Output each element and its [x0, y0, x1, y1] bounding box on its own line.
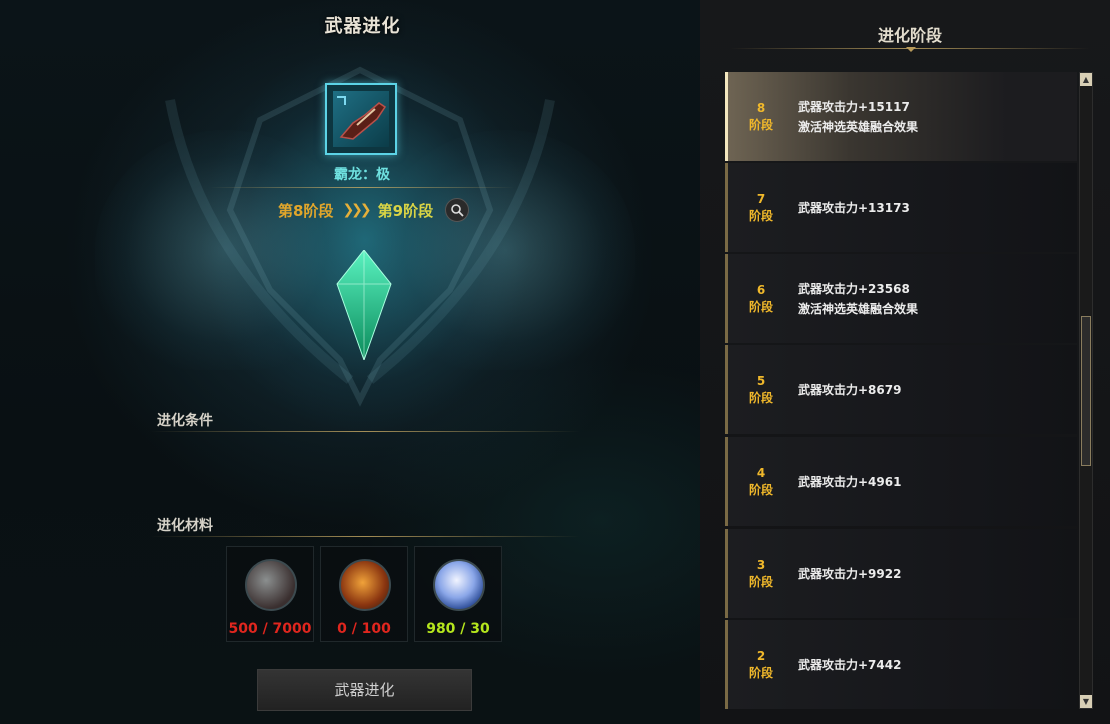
scroll-down-button[interactable]: ▼ — [1080, 695, 1092, 708]
current-stage: 第8阶段 — [278, 201, 334, 220]
weapon-name: 霸龙：极 — [334, 167, 390, 183]
inspect-button[interactable] — [445, 198, 470, 222]
material-count: 0 / 100 — [337, 621, 391, 637]
conditions-label: 进化条件 — [157, 413, 213, 429]
weapon-slot[interactable] — [325, 83, 397, 155]
stage-card-8[interactable]: 8 阶段 武器攻击力+15117 激活神选英雄融合效果 — [725, 72, 1077, 161]
evolve-button[interactable]: 武器进化 — [257, 669, 472, 711]
green-gem-icon — [336, 250, 392, 360]
material-slot-fire-stone[interactable]: 0 / 100 — [320, 546, 408, 642]
material-count: 500 / 7000 — [228, 621, 312, 637]
materials-label: 进化材料 — [157, 518, 213, 534]
material-slot-crystal[interactable]: 980 / 30 — [414, 546, 502, 642]
stage-effect: 武器攻击力+7442 — [798, 657, 902, 672]
divider — [150, 431, 580, 432]
stage-unit: 阶段 — [748, 117, 773, 132]
stage-card-2[interactable]: 2 阶段 武器攻击力+7442 — [725, 620, 1077, 709]
divider — [150, 536, 580, 537]
magnifier-icon — [451, 204, 464, 217]
fire-stone-icon — [339, 559, 391, 611]
stage-unit: 阶段 — [748, 390, 773, 405]
stage-number: 4 — [756, 465, 766, 480]
stage-unit: 阶段 — [748, 482, 773, 497]
stage-number: 7 — [756, 191, 766, 206]
stage-effect-extra: 激活神选英雄融合效果 — [798, 301, 919, 316]
stage-number: 2 — [756, 648, 766, 663]
crystal-icon — [433, 559, 485, 611]
material-slot-chest[interactable]: 500 / 7000 — [226, 546, 314, 642]
stages-title: 进化阶段 — [877, 26, 942, 45]
stage-card-3[interactable]: 3 阶段 武器攻击力+9922 — [725, 529, 1077, 618]
stage-effect: 武器攻击力+9922 — [798, 566, 902, 581]
arrow-icon: ❯❯❯ — [342, 202, 371, 218]
stage-unit: 阶段 — [748, 665, 773, 680]
stage-number: 5 — [756, 373, 766, 388]
chevron-down-icon — [906, 47, 916, 52]
stage-effect-extra: 激活神选英雄融合效果 — [798, 119, 919, 134]
next-stage: 第9阶段 — [377, 201, 434, 220]
stage-card-7[interactable]: 7 阶段 武器攻击力+13173 — [725, 163, 1077, 252]
stage-effect: 武器攻击力+13173 — [798, 200, 910, 215]
stage-effect: 武器攻击力+15117 — [798, 99, 910, 114]
stage-unit: 阶段 — [748, 208, 773, 223]
stage-card-5[interactable]: 5 阶段 武器攻击力+8679 — [725, 345, 1077, 434]
stage-card-4[interactable]: 4 阶段 武器攻击力+4961 — [725, 437, 1077, 526]
divider — [210, 187, 514, 188]
stage-card-6[interactable]: 6 阶段 武器攻击力+23568 激活神选英雄融合效果 — [725, 254, 1077, 343]
stage-effect: 武器攻击力+8679 — [798, 382, 902, 397]
scroll-thumb[interactable] — [1081, 316, 1091, 466]
scroll-up-button[interactable]: ▲ — [1080, 73, 1092, 86]
stage-number: 8 — [756, 100, 766, 115]
stage-effect: 武器攻击力+4961 — [798, 474, 902, 489]
stage-unit: 阶段 — [748, 574, 773, 589]
stage-unit: 阶段 — [748, 299, 773, 314]
stages-scrollbar[interactable]: ▲ ▼ — [1079, 72, 1093, 709]
stage-number: 3 — [756, 557, 766, 572]
material-count: 980 / 30 — [426, 621, 490, 637]
stage-transition: 第8阶段 ❯❯❯ 第9阶段 — [278, 198, 470, 222]
stage-effect: 武器攻击力+23568 — [798, 281, 910, 296]
stage-number: 6 — [756, 282, 766, 297]
chest-icon — [245, 559, 297, 611]
dragon-weapon-icon — [337, 96, 387, 140]
panel-title: 武器进化 — [324, 16, 401, 37]
